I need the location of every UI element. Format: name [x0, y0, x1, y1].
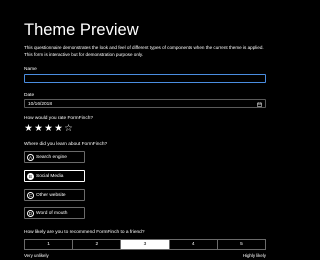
star-icon-1[interactable]: ★ [24, 124, 33, 134]
star-icon-4[interactable]: ★ [54, 124, 63, 134]
name-label: Name [24, 67, 37, 72]
scale-option-2[interactable]: 2 [73, 240, 122, 249]
scale-option-5[interactable]: 5 [218, 240, 265, 249]
page-description: This questionnaire demonstrates the look… [24, 44, 270, 58]
option-label-word-of-mouth: Word of mouth [36, 210, 68, 216]
page-title: Theme Preview [24, 21, 139, 39]
rating-label: How would you rate FormFinch? [24, 116, 94, 121]
option-label-search-engine: Search engine [36, 154, 67, 160]
option-letter-c: C [27, 191, 34, 199]
recommend-label: How likely are you to recommend FormFinc… [24, 230, 145, 235]
description-line-2: This form is interactive but for demonst… [24, 52, 144, 57]
scale-option-1[interactable]: 1 [25, 240, 74, 249]
scale-min-label: Very unlikely [24, 253, 49, 258]
star-icon-3[interactable]: ★ [44, 124, 53, 134]
source-label: Where did you learn about FormFinch? [24, 142, 108, 147]
scale-max-label: Highly likely [242, 253, 266, 258]
recommend-scale: 1 2 3 4 5 [24, 239, 266, 250]
scale-option-3[interactable]: 3 [121, 240, 170, 249]
option-label-other-website: Other website [36, 192, 66, 198]
source-option-other-website[interactable]: C Other website [24, 189, 85, 201]
option-letter-b: B [27, 172, 34, 180]
option-letter-a: A [27, 153, 34, 161]
source-option-social-media[interactable]: B Social Media [24, 170, 85, 182]
calendar-icon[interactable] [257, 101, 262, 107]
option-letter-d: D [27, 209, 34, 217]
option-label-social-media: Social Media [36, 173, 64, 179]
date-input[interactable]: 10/16/2018 [24, 99, 266, 108]
source-option-word-of-mouth[interactable]: D Word of mouth [24, 207, 85, 219]
source-option-search-engine[interactable]: A Search engine [24, 151, 85, 163]
star-icon-5[interactable]: ☆ [64, 124, 73, 134]
star-icon-2[interactable]: ★ [34, 124, 43, 134]
description-line-1: This questionnaire demonstrates the look… [24, 45, 264, 50]
date-value: 10/16/2018 [28, 101, 53, 107]
name-input[interactable] [24, 74, 266, 83]
star-rating: ★ ★ ★ ★ ☆ [24, 124, 73, 134]
scale-option-4[interactable]: 4 [170, 240, 218, 249]
